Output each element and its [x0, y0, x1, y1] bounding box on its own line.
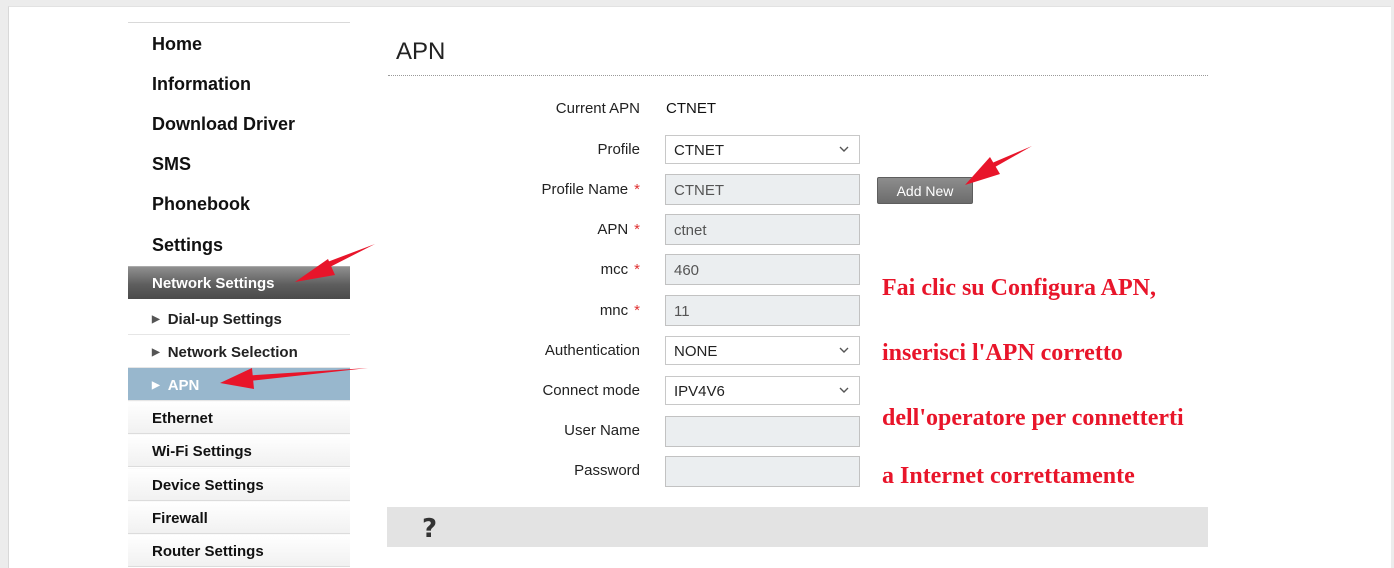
arrow-to-add-new [965, 146, 1032, 185]
annotation-arrows [220, 146, 1032, 389]
arrow-to-apn [220, 368, 368, 389]
arrow-to-network-settings [295, 244, 375, 282]
